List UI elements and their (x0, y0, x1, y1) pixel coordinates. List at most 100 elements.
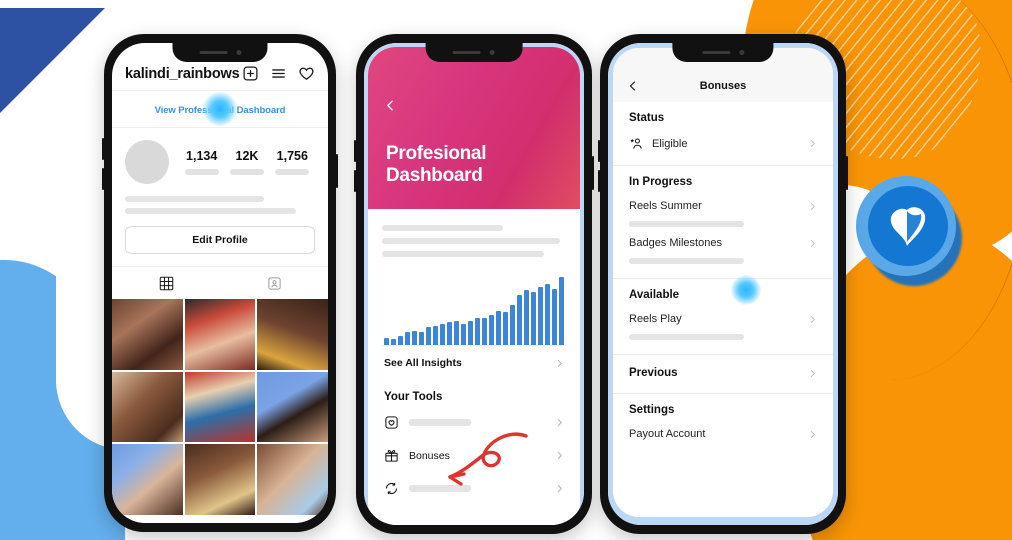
row-reels-summer-subtext-placeholder (629, 221, 744, 227)
section-settings: Settings Payout Account (613, 394, 833, 454)
poster-canvas: kalindi_rainbows View Professional Dashb… (0, 0, 1012, 540)
chart-bar (398, 336, 403, 345)
app-logo (856, 176, 964, 286)
photo-tile[interactable] (184, 299, 256, 370)
power-button[interactable] (846, 156, 848, 190)
view-professional-dashboard-row[interactable]: View Professional Dashboard (112, 90, 328, 128)
tab-grid[interactable] (112, 276, 220, 291)
section-status: Status Eligible (613, 102, 833, 166)
avatar[interactable] (125, 140, 169, 184)
section-previous-head-row[interactable]: Previous (629, 365, 817, 381)
photo-tile[interactable] (112, 299, 183, 370)
chart-bar (559, 276, 564, 345)
chart-bar (482, 317, 487, 345)
section-settings-header: Settings (629, 404, 675, 416)
refresh-bag-icon (385, 482, 398, 495)
bio-line-1 (125, 196, 264, 202)
row-reels-play[interactable]: Reels Play (629, 305, 817, 327)
stat-posts-label-placeholder (184, 169, 219, 175)
row-badges-milestones[interactable]: Badges Milestones (629, 229, 817, 251)
phone1-screen: kalindi_rainbows View Professional Dashb… (112, 43, 328, 523)
volume-down-button[interactable] (102, 168, 104, 190)
chart-bar (433, 325, 438, 345)
tagged-icon[interactable] (267, 276, 282, 291)
chart-bar (503, 311, 508, 345)
chevron-right-icon (557, 419, 563, 426)
person-star-icon (630, 138, 642, 149)
volume-up-button[interactable] (102, 138, 104, 160)
phone-notch (172, 43, 268, 62)
front-camera (739, 50, 744, 55)
blue-triangle-shape (0, 8, 105, 113)
phone-notch (672, 43, 774, 62)
tab-tagged[interactable] (220, 276, 328, 291)
gift-icon (385, 450, 398, 462)
photo-tile[interactable] (184, 371, 256, 443)
volume-up-button[interactable] (598, 140, 600, 162)
row-payout-account[interactable]: Payout Account (629, 420, 817, 442)
power-button[interactable] (592, 156, 594, 190)
hamburger-menu-icon[interactable] (270, 65, 287, 82)
phone3-content-card: Bonuses Status Eligible In Progress Reel… (613, 48, 833, 517)
tool-row-third[interactable] (382, 472, 566, 505)
front-camera (236, 50, 241, 55)
stat-posts-value: 1,134 (186, 149, 218, 164)
chevron-right-icon (810, 202, 816, 210)
edit-profile-button[interactable]: Edit Profile (125, 226, 315, 254)
chart-bar (426, 326, 431, 345)
phone3-screen: Bonuses Status Eligible In Progress Reel… (608, 43, 838, 525)
row-reels-summer-label: Reels Summer (629, 200, 702, 212)
volume-up-button[interactable] (354, 140, 356, 162)
chart-bar (531, 292, 536, 345)
chart-bar (496, 310, 501, 345)
chart-bar (391, 339, 396, 345)
volume-down-button[interactable] (354, 170, 356, 192)
section-previous[interactable]: Previous (613, 355, 833, 394)
phone-mockup-instagram-profile: kalindi_rainbows View Professional Dashb… (102, 34, 338, 532)
tool-row-insights[interactable] (382, 406, 566, 439)
earpiece-speaker (452, 50, 481, 55)
volume-down-button[interactable] (598, 170, 600, 192)
body-placeholder-line-1 (382, 225, 504, 231)
front-camera (489, 50, 495, 55)
tap-highlight-dot (203, 92, 237, 126)
profile-tabs (112, 266, 328, 299)
chart-bar (440, 324, 445, 345)
chart-bar (447, 322, 452, 345)
tool-row-bonuses[interactable]: Bonuses (382, 439, 566, 472)
phone-notch (425, 43, 523, 62)
row-reels-play-subtext-placeholder (629, 334, 744, 340)
row-badges-milestones-label: Badges Milestones (629, 237, 722, 249)
photo-tile[interactable] (257, 299, 328, 370)
row-reels-summer[interactable]: Reels Summer (629, 192, 817, 214)
plus-square-icon[interactable] (242, 65, 259, 82)
dashboard-body: See All Insights Your Tools Bonuses (368, 209, 580, 505)
see-all-insights-row[interactable]: See All Insights (382, 345, 566, 380)
phone-mockup-professional-dashboard: Profesional Dashboard See All Insights Y… (354, 34, 594, 534)
row-eligible[interactable]: Eligible (629, 128, 817, 153)
body-placeholder-line-3 (382, 251, 544, 257)
photo-tile[interactable] (112, 444, 183, 516)
stat-posts[interactable]: 1,134 (184, 149, 219, 175)
stat-following-label-placeholder (275, 169, 310, 175)
chevron-left-icon[interactable] (384, 99, 397, 112)
phone2-screen: Profesional Dashboard See All Insights Y… (364, 43, 584, 525)
stat-followers-label-placeholder (229, 169, 264, 175)
row-eligible-label: Eligible (652, 137, 688, 150)
grid-icon[interactable] (159, 276, 174, 291)
stat-followers[interactable]: 12K (229, 149, 264, 175)
photo-tile[interactable] (112, 371, 183, 443)
power-button[interactable] (336, 154, 338, 188)
stat-following[interactable]: 1,756 (275, 149, 310, 175)
photo-tile[interactable] (257, 444, 328, 516)
heart-icon[interactable] (298, 65, 315, 82)
chart-bar (475, 318, 480, 345)
photo-tile[interactable] (257, 371, 328, 443)
row-reels-play-label: Reels Play (629, 313, 682, 325)
your-tools-header: Your Tools (384, 391, 443, 403)
photo-tile[interactable] (184, 444, 256, 516)
tool-label-bonuses: Bonuses (409, 449, 450, 462)
section-in-progress: In Progress Reels Summer Badges Mileston… (613, 166, 833, 279)
dashboard-title-line1: Profesional (386, 142, 487, 164)
earpiece-speaker (199, 50, 227, 55)
